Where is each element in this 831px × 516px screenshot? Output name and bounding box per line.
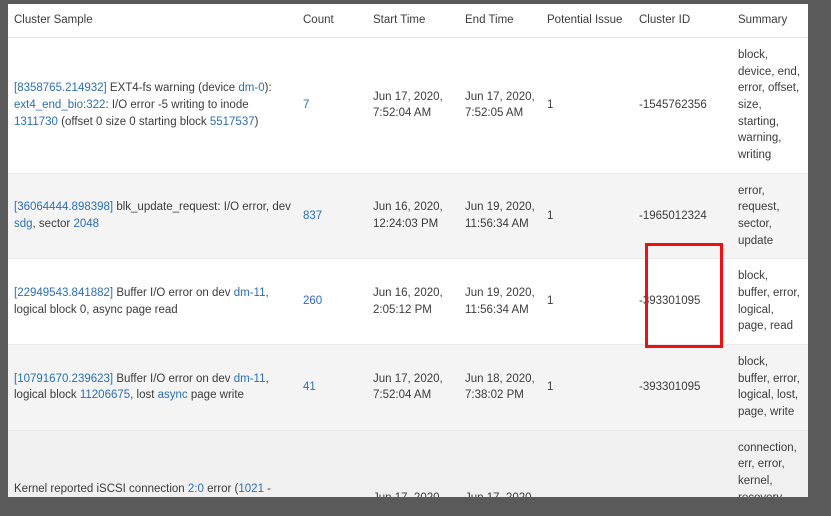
sample-token-link[interactable]: 2048: [73, 218, 99, 230]
sample-token-link[interactable]: [10791670.239623]: [14, 373, 113, 385]
sample-token-link[interactable]: dm-11: [234, 287, 266, 299]
sample-token-text: , lost: [130, 389, 158, 402]
column-header-cluster-id[interactable]: Cluster ID: [633, 4, 732, 38]
table-row[interactable]: [8358765.214932] EXT4-fs warning (device…: [8, 37, 808, 174]
column-header-end-time[interactable]: End Time: [459, 4, 541, 38]
cell-summary: block, buffer, error, logical, page, rea…: [732, 258, 808, 346]
sample-token-link[interactable]: [8358765.214932]: [14, 82, 107, 94]
sample-token-text: error (: [203, 483, 239, 496]
sample-token-text: (offset 0 size 0 starting block: [57, 115, 210, 128]
column-header-count[interactable]: Count: [297, 4, 367, 38]
column-header-start-time[interactable]: Start Time: [367, 4, 459, 38]
sample-token-text: Kernel reported iSCSI connection: [14, 483, 188, 496]
sample-token-link[interactable]: dm-0: [238, 82, 264, 94]
cluster-results-table: Cluster Sample Count Start Time End Time…: [8, 4, 808, 497]
cell-count[interactable]: 4: [297, 430, 367, 497]
column-header-summary[interactable]: Summary: [732, 4, 808, 38]
cell-end-time: Jun 17, 2020, 7:53:22 AM: [459, 430, 541, 497]
cell-start-time: Jun 17, 2020, 7:52:04 AM: [367, 344, 459, 431]
cell-start-time: Jun 17, 2020, 7:52:04 AM: [367, 37, 459, 174]
cell-cluster-sample: [10791670.239623] Buffer I/O error on de…: [8, 344, 297, 431]
sample-token-link[interactable]: 11206675: [80, 389, 130, 401]
cell-cluster-sample: [36064444.898398] blk_update_request: I/…: [8, 173, 297, 260]
cell-start-time: Jun 16, 2020, 2:05:12 PM: [367, 258, 459, 346]
cell-summary: block, device, end, error, offset, size,…: [732, 37, 808, 174]
cell-count[interactable]: 837: [297, 173, 367, 260]
sample-token-link[interactable]: ext4_end_bio:322: [14, 99, 105, 111]
cell-summary: block, buffer, error, logical, lost, pag…: [732, 344, 808, 431]
cell-cluster-id: -1545762356: [633, 37, 732, 174]
sample-token-text: : I/O error -5 writing to inode: [105, 99, 249, 112]
cell-cluster-sample: [22949543.841882] Buffer I/O error on de…: [8, 258, 297, 346]
cell-cluster-id: -1965012324: [633, 173, 732, 260]
sample-token-text: Buffer I/O error on dev: [113, 287, 234, 300]
sample-token-text: async: [92, 303, 123, 316]
sample-token-text: ): [254, 115, 259, 128]
header-row: Cluster Sample Count Start Time End Time…: [8, 4, 808, 38]
cell-summary: error, request, sector, update: [732, 173, 808, 260]
cell-count[interactable]: 41: [297, 344, 367, 431]
sample-token-link[interactable]: 1311730: [14, 116, 58, 128]
table-row[interactable]: Kernel reported iSCSI connection 2:0 err…: [8, 430, 808, 497]
sample-token-text: blk_update_request: I/O error, dev: [113, 201, 291, 214]
sample-token-link[interactable]: 1021: [238, 483, 264, 495]
cell-count[interactable]: 7: [297, 37, 367, 174]
column-header-potential-issue[interactable]: Potential Issue: [541, 4, 633, 38]
sample-token-link[interactable]: [22949543.841882]: [14, 287, 113, 299]
cell-potential-issue: 1: [541, 37, 633, 174]
sample-token-link[interactable]: [36064444.898398]: [14, 201, 113, 213]
sample-token-text: ):: [264, 82, 272, 95]
cell-potential-issue: 1: [541, 258, 633, 346]
table-body: [8358765.214932] EXT4-fs warning (device…: [8, 37, 808, 497]
cell-end-time: Jun 17, 2020, 7:52:05 AM: [459, 37, 541, 174]
cell-end-time: Jun 19, 2020, 11:56:34 AM: [459, 173, 541, 260]
cell-potential-issue: 1: [541, 344, 633, 431]
sample-token-text: , sector: [32, 218, 74, 231]
sample-token-text: EXT4-fs warning (device: [106, 82, 239, 95]
cell-potential-issue: 1: [541, 430, 633, 497]
table-row[interactable]: [22949543.841882] Buffer I/O error on de…: [8, 258, 808, 346]
cell-cluster-id: -393301095: [633, 258, 732, 346]
table-row[interactable]: [10791670.239623] Buffer I/O error on de…: [8, 344, 808, 431]
sample-token-link[interactable]: dm-11: [234, 373, 266, 385]
cluster-results-panel: Cluster Sample Count Start Time End Time…: [8, 4, 808, 497]
sample-token-link[interactable]: 2:0: [188, 483, 204, 495]
sample-token-text: page read: [122, 303, 178, 316]
sample-token-text: Buffer I/O error on dev: [113, 372, 234, 385]
sample-token-text: page write: [187, 389, 244, 402]
cell-cluster-sample: [8358765.214932] EXT4-fs warning (device…: [8, 37, 297, 174]
sample-token-link[interactable]: async: [158, 389, 188, 401]
cell-end-time: Jun 18, 2020, 7:38:02 PM: [459, 344, 541, 431]
cell-cluster-sample: Kernel reported iSCSI connection 2:0 err…: [8, 430, 297, 497]
table-row[interactable]: [36064444.898398] blk_update_request: I/…: [8, 173, 808, 260]
sample-token-link[interactable]: 5517537: [210, 116, 255, 128]
table-header: Cluster Sample Count Start Time End Time…: [8, 4, 808, 38]
cell-end-time: Jun 19, 2020, 11:56:34 AM: [459, 258, 541, 346]
sample-token-link[interactable]: sdg: [14, 218, 33, 230]
cell-cluster-id: -401516367: [633, 430, 732, 497]
cell-summary: connection, err, error, kernel, recovery…: [732, 430, 808, 497]
cell-start-time: Jun 16, 2020, 12:24:03 PM: [367, 173, 459, 260]
cell-count[interactable]: 260: [297, 258, 367, 346]
cell-cluster-id: -393301095: [633, 344, 732, 431]
cell-potential-issue: 1: [541, 173, 633, 260]
column-header-cluster-sample[interactable]: Cluster Sample: [8, 4, 297, 38]
cell-start-time: Jun 17, 2020, 6:12:05 AM: [367, 430, 459, 497]
